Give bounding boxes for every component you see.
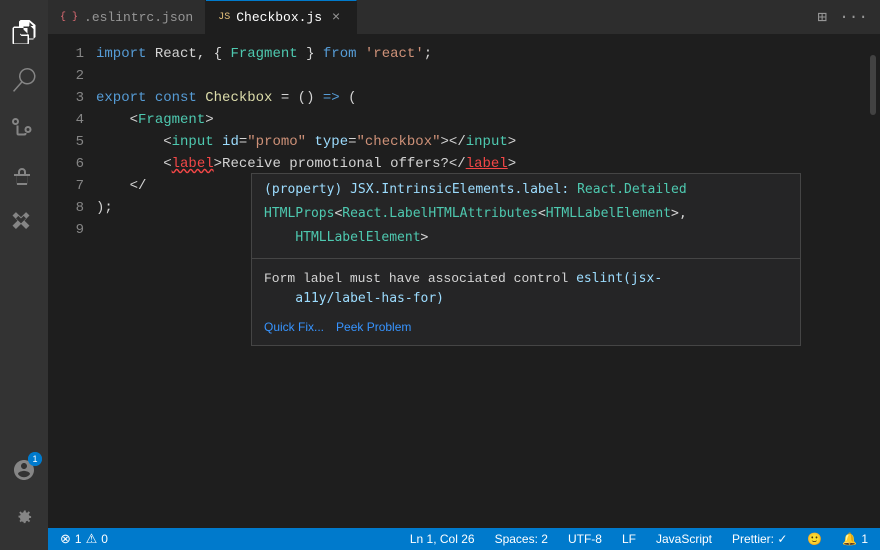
line-numbers: 1 2 3 4 5 6 7 8 9 xyxy=(48,35,96,528)
code-editor[interactable]: 1 2 3 4 5 6 7 8 9 import React, { Fragme… xyxy=(48,35,880,528)
smiley-icon: 🙂 xyxy=(807,532,822,546)
json-file-icon: { } xyxy=(60,12,78,23)
tooltip-header: (property) JSX.IntrinsicElements.label: … xyxy=(252,174,800,204)
code-line-6: <label>Receive promotional offers?</labe… xyxy=(96,153,866,175)
tooltip-type-line2: HTMLProps<React.LabelHTMLAttributes<HTML… xyxy=(252,204,800,228)
warning-count-label: 0 xyxy=(101,532,108,546)
tooltip-divider xyxy=(252,258,800,259)
line-ending[interactable]: LF xyxy=(618,528,640,550)
tooltip-error-text: Form label must have associated control … xyxy=(252,263,800,313)
main-area: { } .eslintrc.json JS Checkbox.js × ⊞ ··… xyxy=(48,0,880,550)
error-icon: ⊗ xyxy=(60,531,71,547)
tab-eslintrc-label: .eslintrc.json xyxy=(84,10,193,25)
settings-icon[interactable] xyxy=(0,494,48,542)
explorer-icon[interactable] xyxy=(0,8,48,56)
split-editor-button[interactable]: ⊞ xyxy=(814,3,832,31)
status-left: ⊗ 1 ⚠ 0 xyxy=(56,528,112,550)
tab-bar: { } .eslintrc.json JS Checkbox.js × ⊞ ··… xyxy=(48,0,880,35)
accounts-badge: 1 xyxy=(28,452,42,466)
tooltip-popup: (property) JSX.IntrinsicElements.label: … xyxy=(251,173,801,346)
error-count[interactable]: ⊗ 1 ⚠ 0 xyxy=(56,528,112,550)
formatter-label: Prettier: ✓ xyxy=(732,532,787,546)
bell-icon: 🔔 xyxy=(842,532,857,546)
cursor-position-label: Ln 1, Col 26 xyxy=(410,532,475,546)
smiley-button[interactable]: 🙂 xyxy=(803,528,826,550)
code-line-2 xyxy=(96,65,866,87)
tab-checkbox[interactable]: JS Checkbox.js × xyxy=(206,0,357,34)
tab-close-button[interactable]: × xyxy=(328,10,344,26)
tab-bar-actions: ⊞ ··· xyxy=(814,0,880,34)
cursor-position[interactable]: Ln 1, Col 26 xyxy=(406,528,479,550)
activity-bar: 1 xyxy=(0,0,48,550)
tooltip-property: (property) JSX.IntrinsicElements.label: xyxy=(264,182,569,197)
code-line-3: export const Checkbox = () => ( xyxy=(96,87,866,109)
code-line-1: import React, { Fragment } from 'react'; xyxy=(96,43,866,65)
status-bar: ⊗ 1 ⚠ 0 Ln 1, Col 26 Spaces: 2 UTF-8 LF … xyxy=(48,528,880,550)
js-file-icon: JS xyxy=(218,12,230,23)
line-ending-label: LF xyxy=(622,532,636,546)
accounts-icon[interactable]: 1 xyxy=(0,446,48,494)
notification-count: 1 xyxy=(861,532,868,546)
encoding-label: UTF-8 xyxy=(568,532,602,546)
encoding[interactable]: UTF-8 xyxy=(564,528,606,550)
source-control-icon[interactable] xyxy=(0,104,48,152)
code-line-4: <Fragment> xyxy=(96,109,866,131)
error-count-label: 1 xyxy=(75,532,82,546)
tooltip-type-line3: HTMLLabelElement> xyxy=(252,228,800,254)
language-label: JavaScript xyxy=(656,532,712,546)
search-activity-icon[interactable] xyxy=(0,56,48,104)
status-right: Ln 1, Col 26 Spaces: 2 UTF-8 LF JavaScri… xyxy=(406,528,872,550)
quick-fix-button[interactable]: Quick Fix... xyxy=(264,317,324,337)
notifications[interactable]: 🔔 1 xyxy=(838,528,872,550)
scrollbar[interactable] xyxy=(866,35,880,528)
editor-area: 1 2 3 4 5 6 7 8 9 import React, { Fragme… xyxy=(48,35,880,528)
debug-icon[interactable] xyxy=(0,152,48,200)
tooltip-actions: Quick Fix... Peek Problem xyxy=(252,313,800,345)
more-actions-button[interactable]: ··· xyxy=(835,4,872,30)
indentation[interactable]: Spaces: 2 xyxy=(491,528,552,550)
tooltip-type1: React.Detailed xyxy=(577,182,687,197)
extensions-icon[interactable] xyxy=(0,200,48,248)
formatter[interactable]: Prettier: ✓ xyxy=(728,528,791,550)
language-mode[interactable]: JavaScript xyxy=(652,528,716,550)
tooltip-error-message: Form label must have associated control xyxy=(264,271,576,286)
code-content[interactable]: import React, { Fragment } from 'react';… xyxy=(96,35,866,528)
tab-eslintrc[interactable]: { } .eslintrc.json xyxy=(48,0,206,34)
peek-problem-button[interactable]: Peek Problem xyxy=(336,317,411,337)
tab-checkbox-label: Checkbox.js xyxy=(236,10,322,25)
code-line-5: <input id="promo" type="checkbox"></inpu… xyxy=(96,131,866,153)
warning-icon: ⚠ xyxy=(86,531,98,547)
indentation-label: Spaces: 2 xyxy=(495,532,548,546)
scrollbar-thumb[interactable] xyxy=(870,55,876,115)
